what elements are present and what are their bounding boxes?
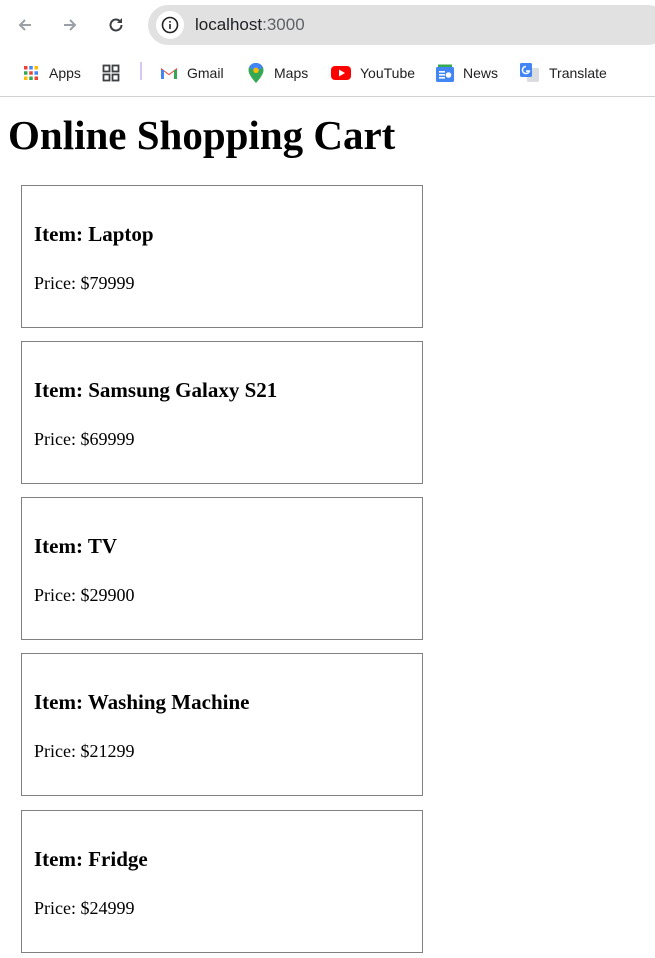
- apps-grid-icon: [22, 64, 40, 82]
- bookmark-tab-groups[interactable]: [102, 62, 129, 84]
- back-arrow-icon: [18, 19, 31, 31]
- forward-button[interactable]: [55, 10, 85, 40]
- browser-toolbar: localhost:3000: [0, 0, 655, 50]
- cart-item-card: Item: Washing Machine Price: $21299: [21, 653, 423, 796]
- item-name: Item: TV: [34, 534, 118, 558]
- bookmark-label-news: News: [463, 65, 499, 81]
- bookmarks-bar: Apps Gmail Maps YouTube News Translate: [0, 50, 655, 97]
- translate-icon: [520, 63, 540, 82]
- item-price: Price: $29900: [34, 585, 135, 605]
- url-host: localhost: [195, 15, 263, 34]
- bookmark-maps[interactable]: Maps: [247, 62, 308, 84]
- page-title: Online Shopping Cart: [8, 112, 396, 158]
- bookmark-label-maps: Maps: [274, 65, 309, 81]
- item-name: Item: Laptop: [34, 222, 154, 246]
- item-name: Item: Samsung Galaxy S21: [34, 378, 278, 402]
- item-price: Price: $79999: [34, 273, 135, 293]
- maps-icon: [247, 63, 265, 83]
- cart-item-card: Item: Laptop Price: $79999: [21, 185, 423, 328]
- bookmark-news[interactable]: News: [436, 62, 498, 84]
- bookmark-label-youtube: YouTube: [360, 65, 416, 81]
- gmail-icon: [160, 64, 178, 82]
- bookmark-apps[interactable]: Apps: [22, 62, 81, 84]
- forward-arrow-icon: [64, 19, 77, 31]
- youtube-icon: [331, 64, 351, 82]
- bookmark-gmail[interactable]: Gmail: [160, 62, 224, 84]
- cart-item-card: Item: Samsung Galaxy S21 Price: $69999: [21, 341, 423, 484]
- address-bar[interactable]: localhost:3000: [148, 5, 655, 45]
- bookmark-label-translate: Translate: [549, 65, 607, 81]
- item-price: Price: $24999: [34, 898, 135, 918]
- bookmark-label-apps: Apps: [49, 65, 81, 81]
- url-text: localhost:3000: [195, 15, 305, 35]
- reload-icon: [109, 18, 123, 32]
- item-price: Price: $69999: [34, 429, 135, 449]
- url-port: :3000: [262, 15, 305, 34]
- news-icon: [436, 64, 454, 82]
- tab-groups-icon: [102, 64, 120, 82]
- item-name: Item: Washing Machine: [34, 690, 250, 714]
- bookmark-youtube[interactable]: YouTube: [331, 62, 415, 84]
- cart-item-card: Item: TV Price: $29900: [21, 497, 423, 640]
- back-button[interactable]: [10, 10, 40, 40]
- site-info-button[interactable]: [156, 11, 184, 39]
- info-icon: [161, 16, 179, 34]
- bookmark-translate[interactable]: Translate: [520, 62, 607, 84]
- bookmark-label-gmail: Gmail: [187, 65, 224, 81]
- item-price: Price: $21299: [34, 741, 135, 761]
- reload-button[interactable]: [101, 10, 131, 40]
- cart-item-card: Item: Fridge Price: $24999: [21, 810, 423, 953]
- bookmarks-divider: [140, 62, 142, 80]
- item-name: Item: Fridge: [34, 847, 148, 871]
